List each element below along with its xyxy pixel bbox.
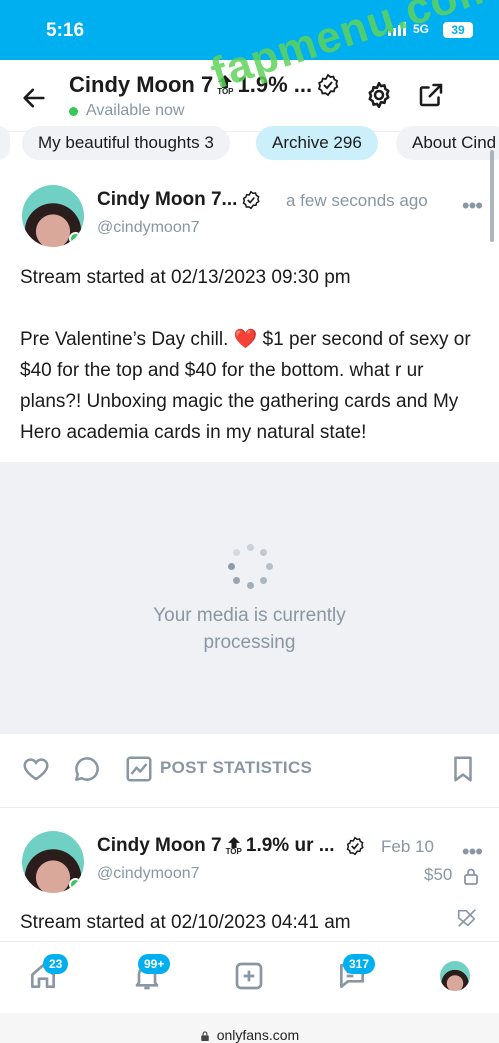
- post-price-value: $50: [424, 865, 453, 884]
- media-status-text: Your media is currently processing: [153, 605, 346, 653]
- back-arrow-icon[interactable]: [20, 84, 48, 112]
- lock-icon: [464, 868, 479, 885]
- profile-tabs: My beautiful thoughts 3 Archive 296 Abou…: [0, 126, 499, 162]
- post-stream-line: Stream started at 02/13/2023 09:30 pm: [20, 267, 351, 288]
- post-handle[interactable]: @cindymoon7: [97, 219, 200, 237]
- post-actions: POST STATISTICS: [0, 736, 499, 808]
- notifications-badge: 99+: [138, 954, 171, 974]
- more-options-icon[interactable]: •••: [462, 839, 483, 865]
- verified-icon: [318, 73, 339, 97]
- top-badge-label: TOP: [225, 846, 242, 856]
- tab-previous-edge[interactable]: [0, 126, 10, 160]
- post-author-name: Cindy Moon 7: [97, 835, 222, 856]
- post-header: Cindy Moon 7... @cindymoon7 a few second…: [22, 185, 483, 249]
- home-badge: 23: [43, 954, 69, 974]
- profile-name-text: Cindy Moon 7: [69, 72, 214, 97]
- heart-icon[interactable]: [21, 754, 51, 784]
- comment-icon[interactable]: [72, 754, 102, 784]
- online-dot: [69, 106, 78, 116]
- verified-icon: [242, 190, 261, 210]
- tab-thoughts[interactable]: My beautiful thoughts 3: [22, 126, 230, 160]
- top-percent: 1.9% ur ...: [245, 835, 335, 856]
- availability-status: Available now: [69, 102, 184, 120]
- bottom-navigation: 23 99+ 317: [0, 941, 499, 1013]
- tab-about[interactable]: About Cind: [396, 126, 499, 160]
- post-author[interactable]: Cindy Moon 7...: [97, 189, 261, 211]
- post-header: Cindy Moon 7 TOP 1.9% ur ... @cindymoon7…: [22, 831, 483, 895]
- messages-badge: 317: [343, 954, 376, 974]
- media-placeholder: Your media is currently processing: [0, 462, 499, 734]
- bookmark-icon[interactable]: [448, 754, 478, 784]
- post-handle[interactable]: @cindymoon7: [97, 865, 200, 883]
- price-tag-off-icon: [457, 909, 476, 927]
- share-icon[interactable]: [416, 80, 446, 110]
- scrollbar[interactable]: [490, 150, 494, 242]
- avatar[interactable]: [440, 961, 470, 991]
- tab-archive[interactable]: Archive 296: [256, 126, 378, 160]
- post-body: Pre Valentine’s Day chill. ❤️ $1 per sec…: [20, 329, 471, 443]
- browser-url-bar[interactable]: onlyfans.com: [0, 1013, 499, 1043]
- post-author[interactable]: Cindy Moon 7 TOP 1.9% ur ...: [97, 835, 365, 857]
- verified-icon: [346, 836, 364, 856]
- avatar[interactable]: [22, 831, 84, 893]
- gear-icon[interactable]: [364, 80, 394, 110]
- online-dot: [69, 878, 82, 891]
- online-dot: [69, 232, 82, 245]
- post-author-name: Cindy Moon 7...: [97, 189, 238, 210]
- avatar[interactable]: [22, 185, 84, 247]
- lock-icon: [201, 1031, 209, 1042]
- more-options-icon[interactable]: •••: [462, 193, 483, 219]
- statistics-icon[interactable]: [124, 754, 154, 784]
- profile-name: Cindy Moon 7 TOP 1.9% ...: [69, 72, 340, 98]
- post-date: Feb 10: [381, 837, 434, 856]
- post-statistics-button[interactable]: POST STATISTICS: [160, 758, 312, 778]
- top-badge: TOP: [225, 836, 242, 856]
- post-price: $50: [424, 865, 479, 885]
- arrow-up-icon: [227, 836, 240, 848]
- status-time: 5:16: [46, 20, 85, 41]
- availability-text: Available now: [86, 102, 185, 119]
- add-post-icon[interactable]: [233, 960, 265, 992]
- post-stream-line: Stream started at 02/10/2023 04:41 am: [20, 912, 351, 933]
- post-time: a few seconds ago: [286, 191, 428, 210]
- loading-spinner-icon: [228, 544, 274, 590]
- url-text: onlyfans.com: [0, 1027, 499, 1043]
